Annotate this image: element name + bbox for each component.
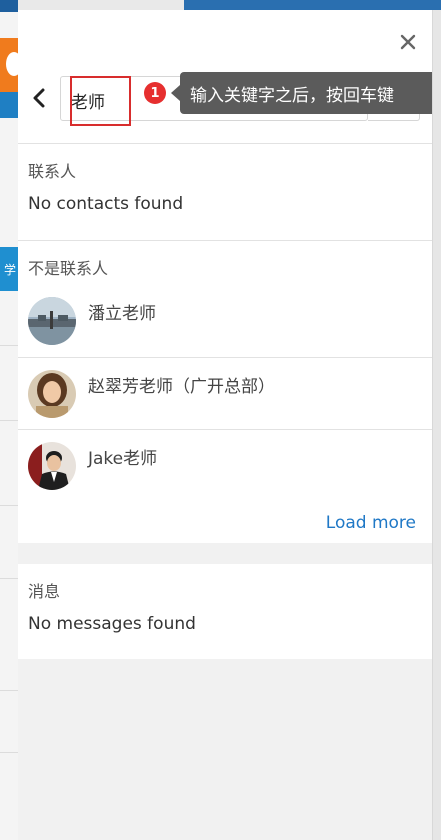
message-drawer: 老师 1 输入关键字之后，按回车键 联系人 No contacts found … bbox=[18, 10, 441, 840]
background-header-strip bbox=[0, 0, 18, 12]
contact-item[interactable]: 赵翠芳老师（广开总部） bbox=[18, 357, 432, 429]
background-divider bbox=[0, 578, 18, 579]
messages-empty-message: No messages found bbox=[28, 614, 196, 634]
callout-tooltip: 输入关键字之后，按回车键 bbox=[180, 72, 441, 114]
contact-name: Jake老师 bbox=[88, 449, 158, 469]
page-scrollbar[interactable] bbox=[432, 10, 441, 840]
chevron-left-icon bbox=[33, 88, 45, 108]
contacts-section-title: 联系人 bbox=[28, 162, 77, 181]
close-icon bbox=[400, 34, 416, 50]
contact-item[interactable]: Jake老师 bbox=[18, 429, 432, 501]
landscape-photo-avatar bbox=[28, 297, 76, 345]
callout-arrow bbox=[171, 85, 180, 101]
messages-section: 消息 No messages found bbox=[18, 564, 432, 659]
contact-name: 赵翠芳老师（广开总部） bbox=[88, 377, 275, 397]
drawer-header: 老师 1 输入关键字之后，按回车键 bbox=[18, 10, 441, 144]
close-button[interactable] bbox=[396, 30, 420, 54]
non-contacts-section-title: 不是联系人 bbox=[28, 259, 109, 278]
non-contacts-section: 不是联系人 潘立老师 赵翠芳老师（广开总部） Jake老师 Load more bbox=[18, 240, 432, 543]
background-tab: 学 bbox=[0, 247, 18, 291]
load-more-link[interactable]: Load more bbox=[326, 513, 416, 533]
background-top-band-blue bbox=[184, 0, 441, 10]
contacts-section: 联系人 No contacts found bbox=[18, 144, 432, 240]
search-highlight-box bbox=[70, 76, 131, 126]
callout-step-badge: 1 bbox=[144, 82, 166, 104]
messages-section-title: 消息 bbox=[28, 582, 61, 601]
man-photo-avatar bbox=[28, 442, 76, 490]
background-divider bbox=[0, 690, 18, 691]
background-divider bbox=[0, 345, 18, 346]
background-divider bbox=[0, 752, 18, 753]
back-button[interactable] bbox=[28, 84, 50, 112]
background-nav-strip bbox=[0, 92, 18, 118]
contacts-empty-message: No contacts found bbox=[28, 194, 184, 214]
background-divider bbox=[0, 505, 18, 506]
contact-item[interactable]: 潘立老师 bbox=[18, 285, 432, 357]
background-divider bbox=[0, 420, 18, 421]
woman-photo-avatar bbox=[28, 370, 76, 418]
contact-name: 潘立老师 bbox=[88, 304, 156, 324]
